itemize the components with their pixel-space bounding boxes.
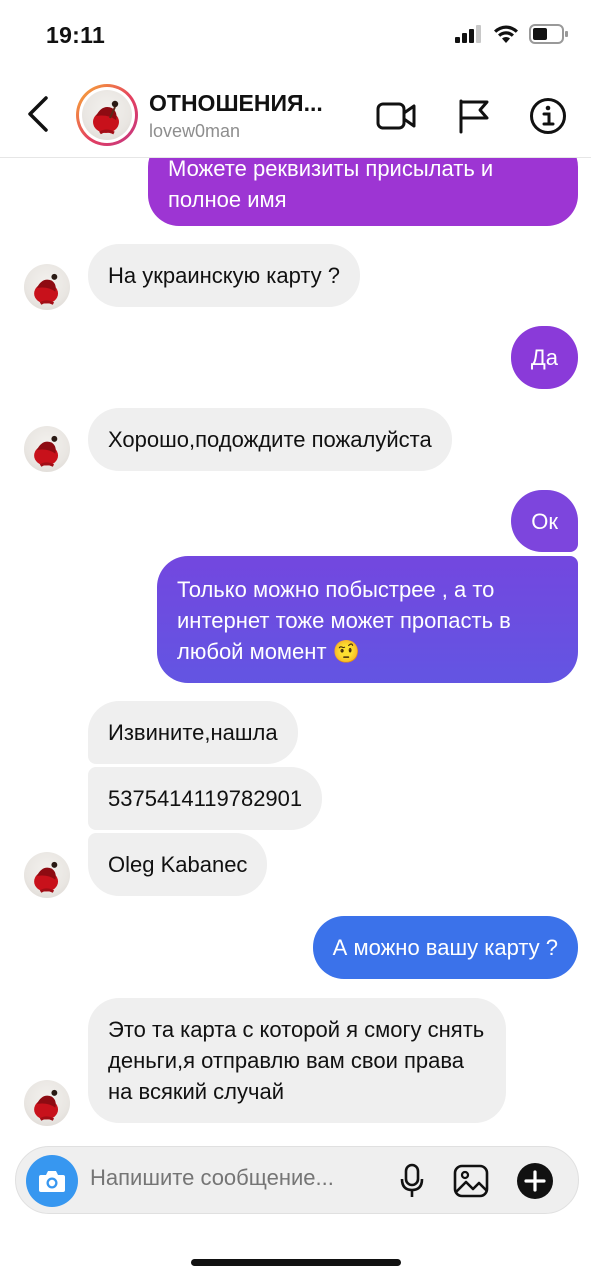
status-bar: 19:11 [0, 0, 591, 70]
message-bubble-incoming[interactable]: Oleg Kabanec [88, 833, 268, 896]
flag-icon [459, 99, 489, 134]
message-text: 5375414119782901 [108, 786, 303, 811]
sender-avatar[interactable] [24, 426, 70, 472]
status-time: 19:11 [46, 22, 106, 48]
video-camera-icon [376, 102, 416, 130]
video-call-button[interactable] [376, 96, 416, 136]
voice-message-button[interactable] [390, 1159, 434, 1203]
message-bubble-outgoing[interactable]: А можно вашу карту ? [312, 916, 578, 979]
message-composer [15, 1146, 579, 1214]
message-text: Ок [531, 508, 558, 534]
message-bubble-outgoing[interactable]: Ок [511, 490, 578, 552]
message-text: На украинскую карту ? [108, 263, 341, 288]
message-text: А можно вашу карту ? [332, 935, 558, 960]
wifi-icon [494, 25, 518, 43]
camera-button[interactable] [26, 1155, 78, 1207]
message-text: Только можно побыстрее , а то интернет т… [177, 577, 511, 664]
avatar-figure-icon [34, 435, 59, 467]
contact-avatar[interactable] [76, 84, 138, 146]
sender-avatar[interactable] [24, 852, 70, 898]
message-input[interactable] [90, 1165, 390, 1191]
contact-username[interactable]: lovew0man [149, 121, 240, 142]
microphone-icon [400, 1163, 424, 1197]
gallery-icon [453, 1164, 489, 1198]
message-text: Это та карта с которой я смогу снять ден… [108, 1017, 485, 1104]
back-button[interactable] [20, 92, 56, 136]
gallery-button[interactable] [449, 1159, 493, 1203]
sender-avatar[interactable] [24, 1080, 70, 1126]
message-bubble-outgoing[interactable]: Можете реквизиты присылать и полное имя [148, 158, 578, 226]
status-icons [455, 24, 569, 44]
cellular-signal-icon [455, 25, 481, 43]
info-icon [530, 98, 566, 134]
avatar-figure-icon [34, 1089, 59, 1121]
sender-avatar[interactable] [24, 264, 70, 310]
message-bubble-outgoing[interactable]: Только можно побыстрее , а то интернет т… [157, 556, 578, 683]
avatar-figure-icon [93, 100, 119, 135]
message-thread[interactable]: Можете реквизиты присылать и полное имя … [0, 158, 591, 1138]
home-indicator [191, 1259, 401, 1266]
avatar-figure-icon [34, 273, 59, 305]
chat-header: ОТНОШЕНИЯ... lovew0man [0, 70, 591, 158]
message-text: Хорошо,подождите пожалуйста [108, 427, 432, 452]
message-bubble-incoming[interactable]: Хорошо,подождите пожалуйста [88, 408, 452, 471]
message-text: Oleg Kabanec [108, 852, 248, 877]
message-bubble-incoming[interactable]: Извините,нашла [88, 701, 298, 764]
camera-icon [39, 1171, 65, 1192]
message-bubble-incoming[interactable]: На украинскую карту ? [88, 244, 361, 307]
message-bubble-incoming[interactable]: Это та карта с которой я смогу снять ден… [88, 998, 506, 1123]
plus-icon [517, 1163, 553, 1199]
message-bubble-outgoing[interactable]: Да [510, 326, 578, 389]
message-bubble-incoming[interactable]: 5375414119782901 [88, 767, 323, 830]
message-text: Да [530, 345, 558, 370]
battery-icon [529, 24, 568, 44]
report-button[interactable] [454, 96, 494, 136]
contact-name[interactable]: ОТНОШЕНИЯ... [149, 90, 323, 117]
more-options-button[interactable] [513, 1159, 557, 1203]
info-button[interactable] [528, 96, 568, 136]
back-chevron-icon [28, 96, 48, 132]
message-text: Извините,нашла [108, 720, 278, 745]
message-text: Можете реквизиты присылать и полное имя [168, 158, 494, 212]
avatar-figure-icon [34, 861, 59, 893]
